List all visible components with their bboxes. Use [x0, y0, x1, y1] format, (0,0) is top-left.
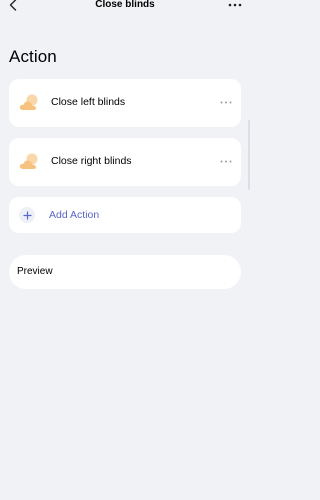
ellipsis-icon — [220, 160, 232, 162]
ellipsis-icon — [220, 101, 232, 103]
plus-icon — [19, 207, 35, 223]
cloud-sun-icon — [19, 94, 38, 110]
top-bar: Close blinds — [0, 0, 250, 14]
add-action-button[interactable]: Add Action — [9, 197, 241, 233]
ellipsis-icon — [228, 3, 242, 7]
action-card-close-right-blinds[interactable]: Close right blinds — [9, 138, 241, 186]
scrollbar[interactable] — [248, 120, 250, 190]
action-card-close-left-blinds[interactable]: Close left blinds — [9, 79, 241, 127]
action-more-button[interactable] — [219, 97, 233, 107]
section-heading: Action — [9, 47, 57, 66]
cloud-sun-icon — [19, 153, 38, 169]
add-action-label: Add Action — [49, 209, 100, 221]
page-title: Close blinds — [95, 0, 155, 10]
more-options-button[interactable] — [228, 0, 242, 11]
action-more-button[interactable] — [219, 156, 233, 166]
action-label: Close left blinds — [51, 96, 126, 108]
preview-label: Preview — [17, 266, 53, 277]
preview-button[interactable]: Preview — [9, 255, 241, 289]
action-label: Close right blinds — [51, 155, 132, 167]
